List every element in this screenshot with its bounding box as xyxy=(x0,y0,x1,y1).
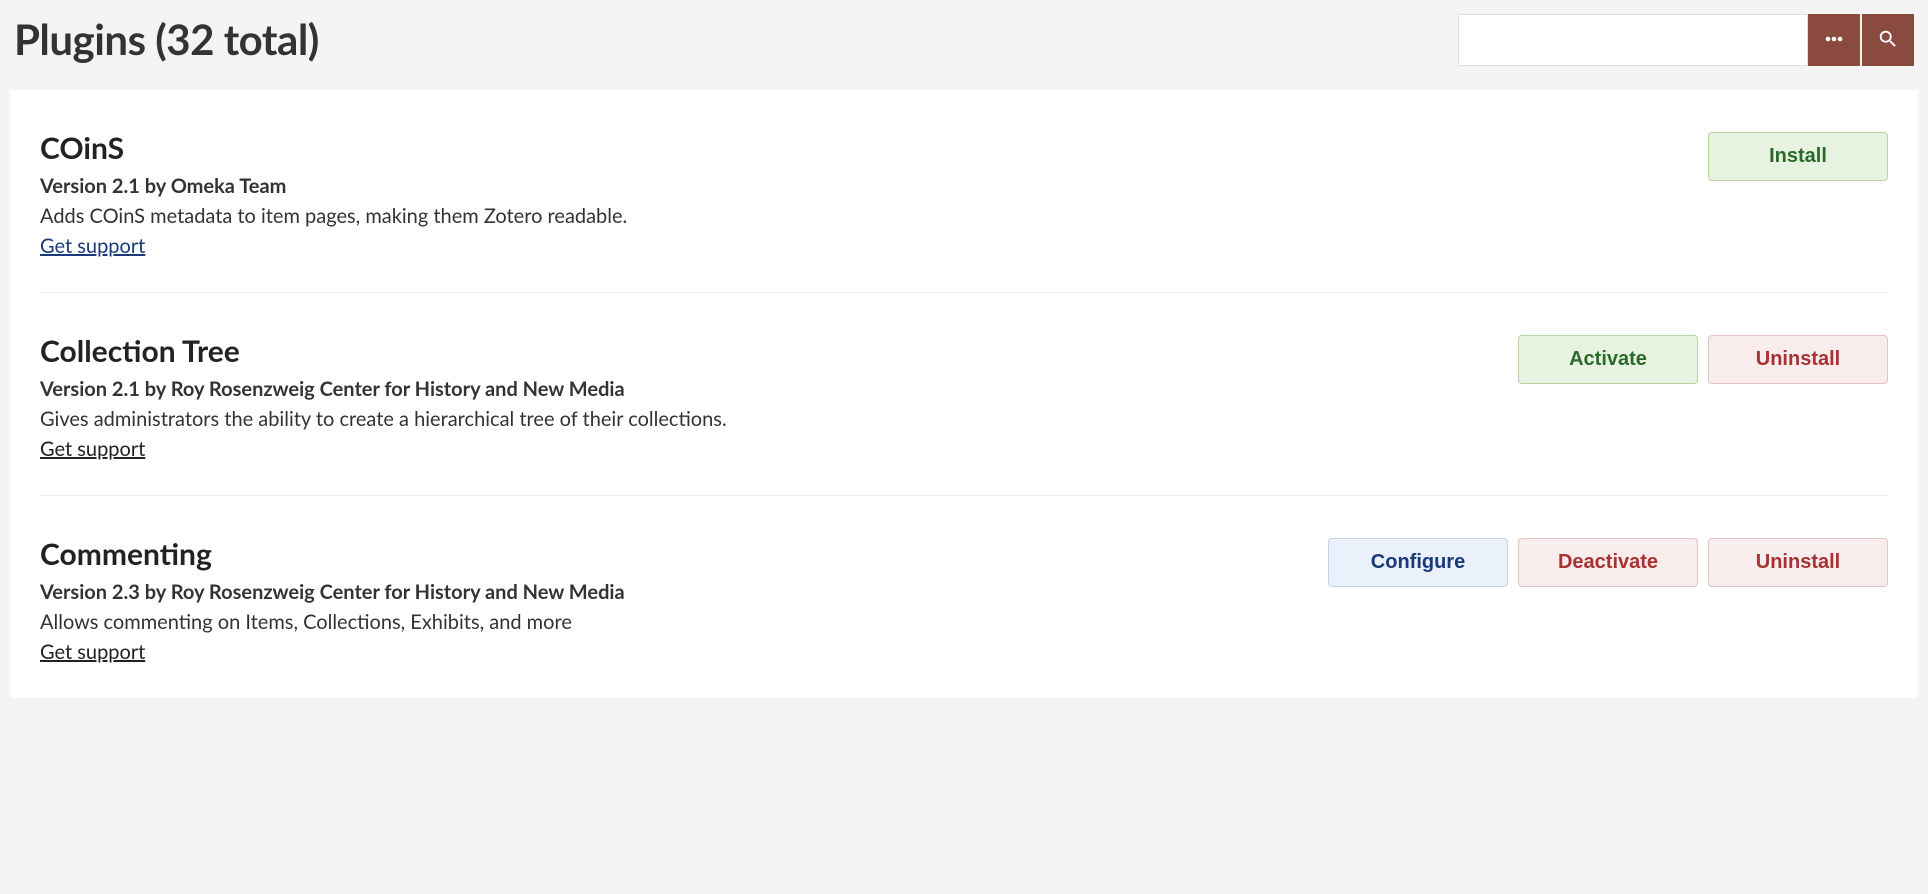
get-support-link[interactable]: Get support xyxy=(40,640,145,664)
plugin-actions: Install xyxy=(1708,130,1888,181)
search-button[interactable] xyxy=(1862,14,1914,66)
plugin-row: Commenting Version 2.3 by Roy Rosenzweig… xyxy=(40,496,1888,698)
uninstall-button[interactable]: Uninstall xyxy=(1708,335,1888,384)
ellipsis-icon xyxy=(1823,28,1845,53)
plugin-desc: Gives administrators the ability to crea… xyxy=(40,407,1518,431)
plugin-desc: Allows commenting on Items, Collections,… xyxy=(40,610,1328,634)
plugin-info: Collection Tree Version 2.1 by Roy Rosen… xyxy=(40,333,1518,461)
install-button[interactable]: Install xyxy=(1708,132,1888,181)
search-options-button[interactable] xyxy=(1808,14,1860,66)
page-title: Plugins (32 total) xyxy=(14,14,319,64)
configure-button[interactable]: Configure xyxy=(1328,538,1508,587)
plugin-meta: Version 2.1 by Omeka Team xyxy=(40,174,1708,198)
deactivate-button[interactable]: Deactivate xyxy=(1518,538,1698,587)
plugin-row: COinS Version 2.1 by Omeka Team Adds COi… xyxy=(40,90,1888,293)
plugin-meta: Version 2.1 by Roy Rosenzweig Center for… xyxy=(40,377,1518,401)
plugin-row: Collection Tree Version 2.1 by Roy Rosen… xyxy=(40,293,1888,496)
plugin-name: Collection Tree xyxy=(40,333,1518,369)
search-icon xyxy=(1877,28,1899,53)
plugin-meta: Version 2.3 by Roy Rosenzweig Center for… xyxy=(40,580,1328,604)
get-support-link[interactable]: Get support xyxy=(40,234,145,258)
activate-button[interactable]: Activate xyxy=(1518,335,1698,384)
uninstall-button[interactable]: Uninstall xyxy=(1708,538,1888,587)
plugin-name: COinS xyxy=(40,130,1708,166)
plugin-actions: Activate Uninstall xyxy=(1518,333,1888,384)
plugin-actions: Configure Deactivate Uninstall xyxy=(1328,536,1888,587)
get-support-link[interactable]: Get support xyxy=(40,437,145,461)
plugins-panel: COinS Version 2.1 by Omeka Team Adds COi… xyxy=(10,90,1918,698)
plugin-name: Commenting xyxy=(40,536,1328,572)
search-group xyxy=(1458,14,1914,66)
plugin-info: COinS Version 2.1 by Omeka Team Adds COi… xyxy=(40,130,1708,258)
search-input[interactable] xyxy=(1458,14,1808,66)
plugin-desc: Adds COinS metadata to item pages, makin… xyxy=(40,204,1708,228)
plugin-info: Commenting Version 2.3 by Roy Rosenzweig… xyxy=(40,536,1328,664)
